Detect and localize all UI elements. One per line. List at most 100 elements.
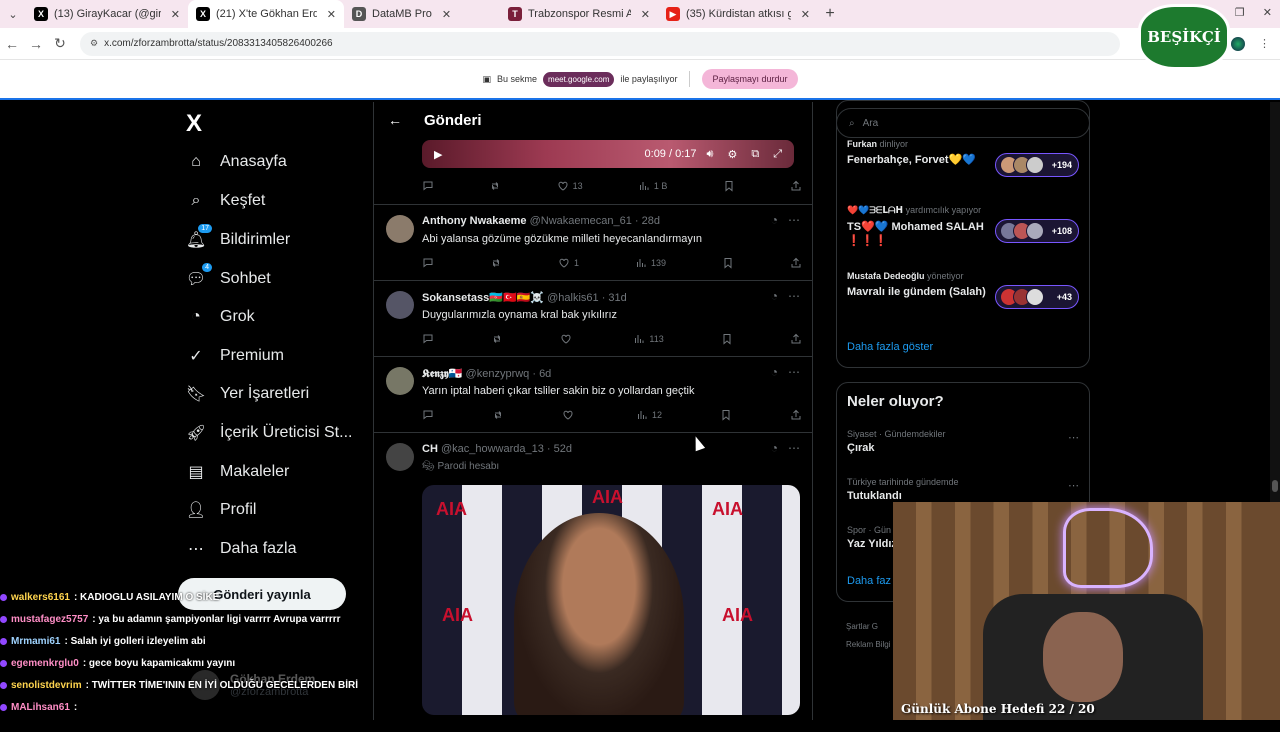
bookmark-button[interactable]: [723, 180, 735, 192]
restore-icon[interactable]: ❐: [1235, 6, 1245, 19]
trend-more-icon[interactable]: ⋯: [1068, 479, 1079, 492]
share-button[interactable]: [790, 180, 802, 192]
footer-link[interactable]: Şartlar G: [846, 618, 890, 636]
live-space-item[interactable]: Furkan dinliyor Fenerbahçe, Forvet💛💙: [847, 139, 997, 167]
nav-item[interactable]: 🔔︎ 17 Bildirimler: [186, 224, 290, 250]
share-button[interactable]: [790, 257, 802, 269]
nav-item[interactable]: ◔ Grok: [186, 307, 255, 327]
nav-item[interactable]: 🚀︎ İçerik Üreticisi St...: [186, 423, 353, 443]
grok-icon[interactable]: ◔: [771, 213, 778, 227]
listener-avatars[interactable]: +194: [995, 153, 1079, 177]
share-button[interactable]: [790, 409, 802, 421]
browser-menu-icon[interactable]: ⋮: [1259, 37, 1270, 50]
trend-item[interactable]: Siyaset · Gündemdekiler Çırak: [847, 429, 946, 454]
author-handle[interactable]: @Nwakaemecan_61 · 28d: [530, 215, 660, 227]
trend-more-icon[interactable]: ⋯: [1068, 431, 1079, 444]
url-field[interactable]: ⚙ x.com/zforzambrotta/status/20833134058…: [80, 31, 1120, 56]
close-tab-icon[interactable]: ✕: [171, 8, 180, 21]
avatar[interactable]: [386, 443, 414, 471]
browser-tab[interactable]: T Trabzonspor Resmi Alışveriş Site ✕: [500, 0, 658, 28]
listener-avatars[interactable]: +108: [995, 219, 1079, 243]
pip-icon[interactable]: ⧉: [751, 148, 759, 161]
trend-item[interactable]: Spor · Gün Yaz Yıldız: [847, 525, 897, 550]
play-icon[interactable]: ▶: [434, 148, 442, 161]
more-options-icon[interactable]: ⋯: [788, 289, 800, 303]
nav-item[interactable]: ⌕ Keşfet: [186, 191, 266, 211]
browser-tab[interactable]: X (21) X'te Gökhan Erdem: "Tı ✕: [188, 0, 344, 28]
post-image[interactable]: AIA AIA AIA AIA AIA: [422, 485, 800, 715]
live-space-item[interactable]: ❤️💙ᗱᗴᒪᗩᕼ yardımcılık yapıyor TS❤️💙 Moham…: [847, 205, 997, 248]
avatar[interactable]: [386, 291, 414, 319]
more-options-icon[interactable]: ⋯: [788, 441, 800, 455]
browser-tab[interactable]: D DataMB Pro ✕: [344, 0, 500, 28]
reply-button[interactable]: [422, 180, 434, 192]
reply-button[interactable]: [422, 333, 434, 345]
views-button[interactable]: 139: [635, 257, 666, 269]
close-tab-icon[interactable]: ✕: [641, 8, 650, 21]
fullscreen-icon[interactable]: ⤢: [773, 148, 782, 161]
reply-post[interactable]: Sokansetass🇦🇿🇹🇷🇪🇸☠️ @halkis61 · 31d ◔ ⋯ Du…: [374, 280, 812, 356]
author-handle[interactable]: @halkis61 · 31d: [547, 292, 627, 304]
volume-icon[interactable]: 🔊︎: [707, 148, 714, 161]
repost-button[interactable]: [489, 180, 501, 192]
browser-tab[interactable]: ▶ (35) Kürdistan atkısı gerginliği ✕: [658, 0, 818, 28]
bookmark-button[interactable]: [721, 333, 733, 345]
tab-search-icon[interactable]: ⌄: [0, 0, 26, 28]
nav-item[interactable]: ⋯ Daha fazla: [186, 539, 297, 559]
bookmark-button[interactable]: [722, 257, 734, 269]
reply-post[interactable]: 𝕶𝖊𝖓𝖟𝖞🇵🇦 @kenzyprwq · 6d ◔ ⋯ Yarın iptal ha…: [374, 356, 812, 432]
nav-item[interactable]: 💬︎ 4 Sohbet: [186, 263, 271, 289]
more-options-icon[interactable]: ⋯: [788, 365, 800, 379]
views-button[interactable]: 113: [633, 333, 664, 345]
reload-icon[interactable]: ↻: [48, 35, 72, 52]
grok-icon[interactable]: ◔: [771, 365, 778, 379]
nav-item[interactable]: ✓ Premium: [186, 346, 284, 366]
like-button[interactable]: [560, 333, 576, 345]
more-options-icon[interactable]: ⋯: [788, 213, 800, 227]
reply-post[interactable]: Anthony Nwakaeme @Nwakaemecan_61 · 28d ◔…: [374, 204, 812, 280]
profile-avatar[interactable]: [1231, 36, 1245, 51]
back-arrow-icon[interactable]: ←: [388, 112, 402, 128]
author-handle[interactable]: @kenzyprwq · 6d: [466, 368, 552, 380]
back-arrow-icon[interactable]: ←: [0, 36, 24, 52]
new-tab-button[interactable]: +: [818, 5, 842, 23]
trends-show-more-link[interactable]: Daha faz: [847, 575, 891, 587]
grok-icon[interactable]: ◔: [771, 441, 778, 455]
avatar[interactable]: [386, 367, 414, 395]
repost-button[interactable]: [491, 333, 503, 345]
views-button[interactable]: 12: [636, 409, 662, 421]
close-tab-icon[interactable]: ✕: [442, 8, 451, 21]
reply-button[interactable]: [422, 257, 434, 269]
show-more-link[interactable]: Daha fazla göster: [847, 341, 933, 353]
footer-link[interactable]: Reklam Bilgi: [846, 636, 890, 654]
listener-avatars[interactable]: +43: [995, 285, 1079, 309]
share-button[interactable]: [790, 333, 802, 345]
close-tab-icon[interactable]: ✕: [327, 8, 336, 21]
like-button[interactable]: 13: [557, 180, 583, 192]
like-button[interactable]: 1: [558, 257, 579, 269]
like-button[interactable]: [562, 409, 578, 421]
avatar[interactable]: [386, 215, 414, 243]
search-input[interactable]: ⌕ Ara: [836, 108, 1090, 138]
stop-sharing-button[interactable]: Paylaşmayı durdur: [702, 69, 798, 89]
repost-button[interactable]: [490, 257, 502, 269]
reply-post[interactable]: CH @kac_howwarda_13 · 52d ◔ ⋯ 🎭︎ Parodi he…: [374, 432, 812, 732]
close-window-icon[interactable]: ✕: [1263, 6, 1272, 19]
forward-arrow-icon[interactable]: →: [24, 36, 48, 52]
author-name[interactable]: 𝕶𝖊𝖓𝖟𝖞🇵🇦: [422, 368, 462, 380]
settings-gear-icon[interactable]: ⚙: [727, 148, 737, 161]
close-tab-icon[interactable]: ✕: [801, 8, 810, 21]
author-name[interactable]: Anthony Nwakaeme: [422, 215, 527, 227]
reply-button[interactable]: [422, 409, 434, 421]
browser-tab[interactable]: X (13) GirayKacar (@giraykacar) / ✕: [26, 0, 188, 28]
site-info-icon[interactable]: ⚙: [90, 38, 98, 49]
author-name[interactable]: Sokansetass🇦🇿🇹🇷🇪🇸☠️: [422, 292, 544, 304]
nav-item[interactable]: ▤ Makaleler: [186, 462, 289, 482]
video-player-controls[interactable]: ▶ 0:09 / 0:17 🔊︎ ⚙ ⧉ ⤢: [422, 140, 794, 168]
share-destination-chip[interactable]: meet.google.com: [543, 71, 615, 87]
trend-item[interactable]: Türkiye tarihinde gündemde Tutuklandı: [847, 477, 959, 502]
views-button[interactable]: 1 B: [638, 180, 667, 192]
live-space-item[interactable]: Mustafa Dedeoğlu yönetiyor Mavralı ile g…: [847, 271, 997, 299]
x-logo[interactable]: X: [186, 110, 202, 138]
author-handle[interactable]: @kac_howwarda_13 · 52d: [441, 443, 572, 455]
